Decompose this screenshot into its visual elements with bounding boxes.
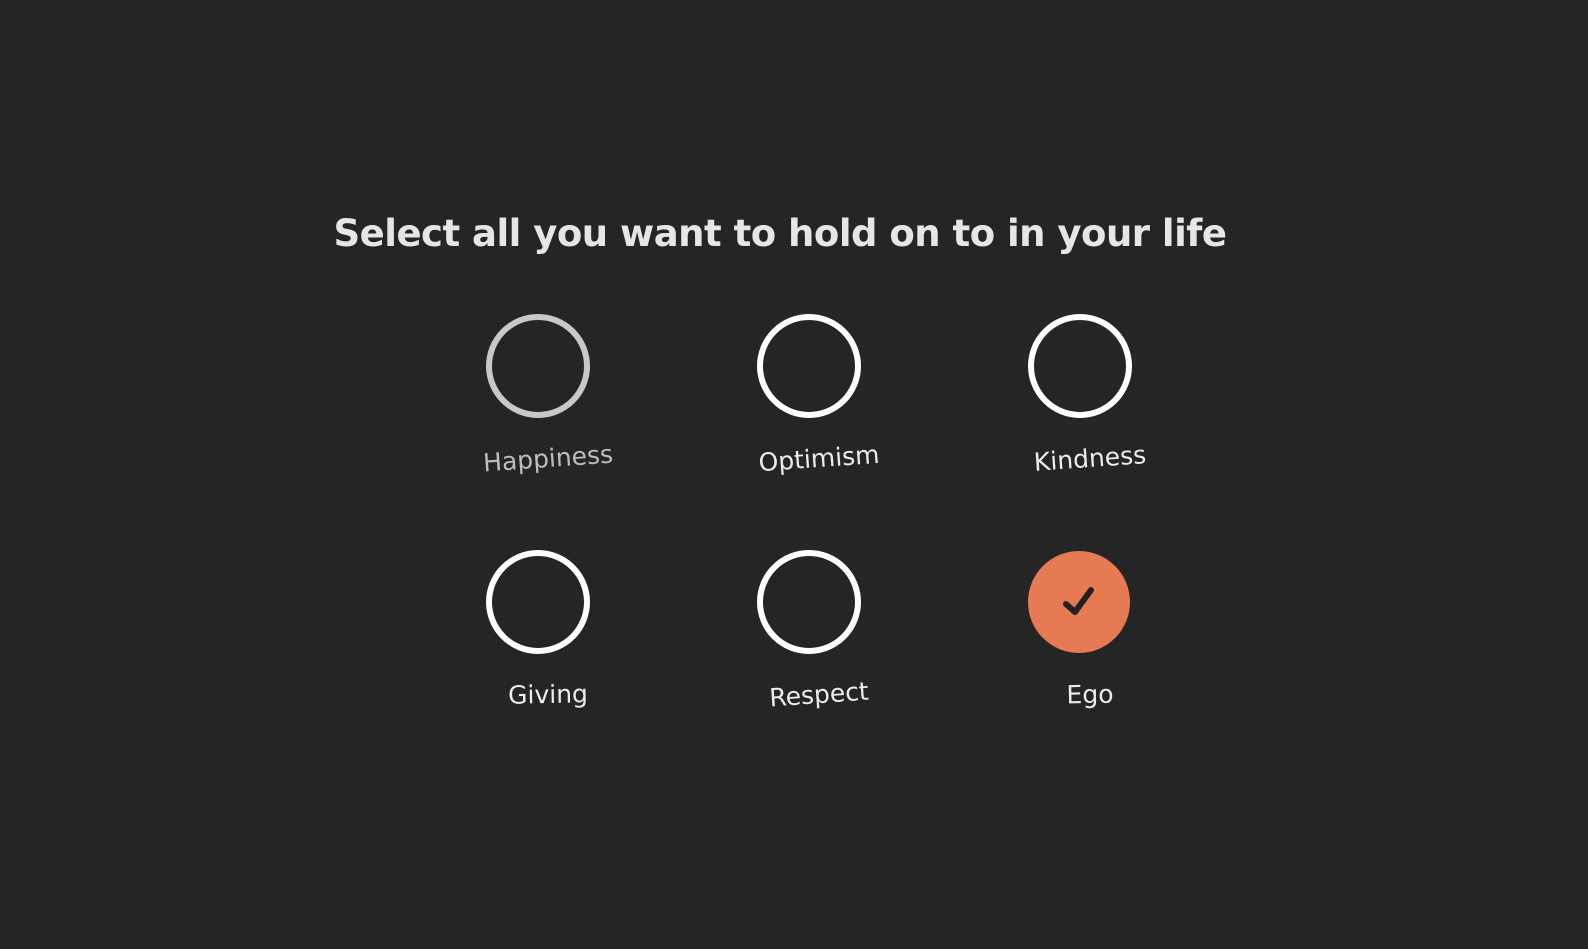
checkbox-circle-optimism[interactable] xyxy=(757,314,861,418)
checkbox-circle-respect[interactable] xyxy=(757,550,861,654)
selection-screen: Select all you want to hold on to in you… xyxy=(0,0,1588,949)
option-label-ego: Ego xyxy=(1066,679,1114,710)
option-kindness[interactable]: Kindness xyxy=(980,314,1180,494)
option-label-giving: Giving xyxy=(507,679,589,710)
option-respect[interactable]: Respect xyxy=(709,550,909,730)
checkbox-circle-ego-checked[interactable] xyxy=(1028,551,1130,653)
checkmark-icon xyxy=(1063,587,1094,615)
option-giving[interactable]: Giving xyxy=(438,550,638,730)
checkbox-circle-happiness[interactable] xyxy=(486,314,590,418)
option-label-optimism: Optimism xyxy=(757,439,881,478)
option-label-kindness: Kindness xyxy=(1032,440,1148,477)
checkbox-circle-giving[interactable] xyxy=(486,550,590,654)
page-heading: Select all you want to hold on to in you… xyxy=(333,212,1227,255)
option-happiness[interactable]: Happiness xyxy=(438,314,638,494)
option-label-respect: Respect xyxy=(768,676,870,713)
option-optimism[interactable]: Optimism xyxy=(709,314,909,494)
checkbox-circle-kindness[interactable] xyxy=(1028,314,1132,418)
option-ego[interactable]: Ego xyxy=(980,550,1180,730)
option-label-happiness: Happiness xyxy=(482,439,614,478)
